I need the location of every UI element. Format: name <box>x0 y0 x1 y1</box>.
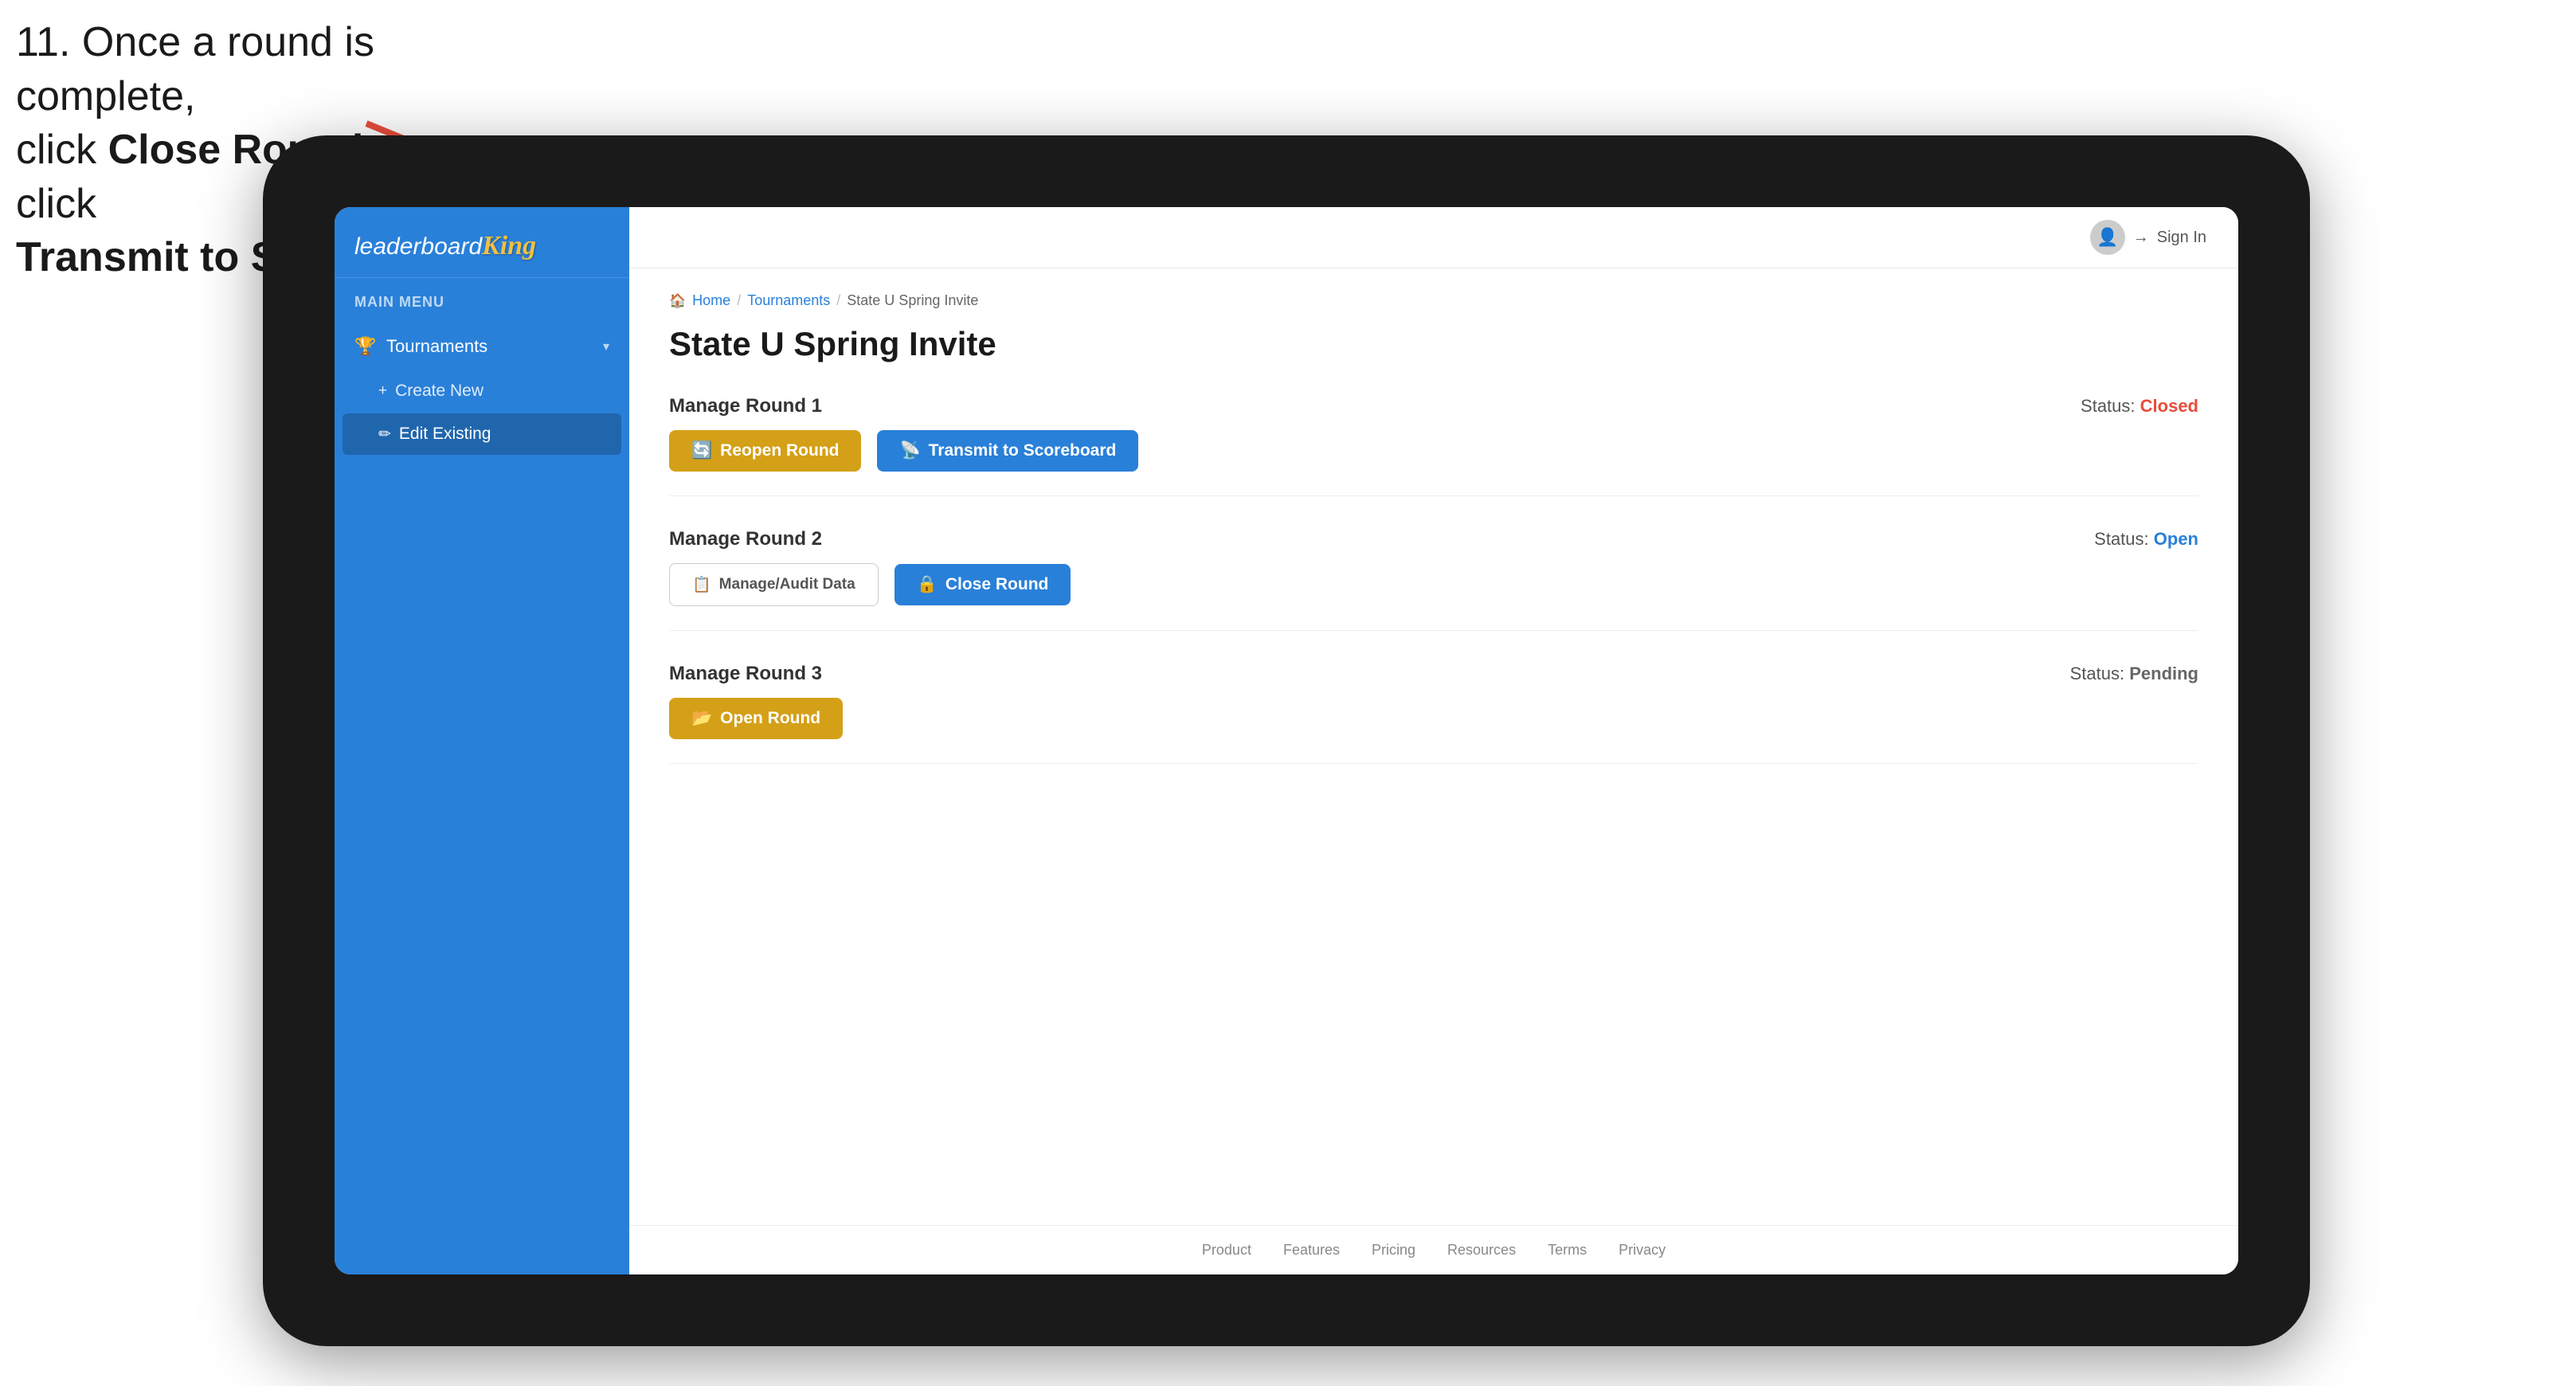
edit-icon: ✏ <box>378 425 391 444</box>
sidebar-nav: 🏆 Tournaments ▾ + Create New ✏ Edit Exis… <box>335 319 629 460</box>
avatar: 👤 <box>2090 220 2125 255</box>
app-layout: leaderboardKing MAIN MENU 🏆 Tournaments … <box>335 207 2238 1274</box>
sidebar-item-label: Edit Existing <box>399 425 491 444</box>
footer-privacy[interactable]: Privacy <box>1619 1242 1666 1259</box>
sign-in-text: Sign In <box>2157 229 2206 247</box>
manage-audit-button[interactable]: 📋 Manage/Audit Data <box>669 563 879 606</box>
lock-icon: 🔒 <box>917 575 938 594</box>
close-round-button[interactable]: 🔒 Close Round <box>895 564 1071 605</box>
round-3-actions: 📂 Open Round <box>669 698 2198 739</box>
audit-icon: 📋 <box>692 575 711 594</box>
round-1-header: Manage Round 1 Status: Closed <box>669 395 2198 417</box>
tablet-screen: leaderboardKing MAIN MENU 🏆 Tournaments … <box>335 207 2238 1274</box>
page-content: 🏠 Home / Tournaments / State U Spring In… <box>629 268 2238 1225</box>
round-3-header: Manage Round 3 Status: Pending <box>669 663 2198 685</box>
status-badge: Closed <box>2140 396 2198 416</box>
round-2-label: Manage Round 2 <box>669 528 822 550</box>
transmit-icon: 📡 <box>899 441 920 460</box>
sidebar-item-create-new[interactable]: + Create New <box>335 370 629 412</box>
round-1-status: Status: Closed <box>2081 396 2198 417</box>
reopen-icon: 🔄 <box>691 441 712 460</box>
sign-in-label: → <box>2133 229 2149 247</box>
breadcrumb-home[interactable]: Home <box>692 292 730 309</box>
breadcrumb-current: State U Spring Invite <box>847 292 978 309</box>
breadcrumb-tournaments[interactable]: Tournaments <box>747 292 830 309</box>
reopen-round-button[interactable]: 🔄 Reopen Round <box>669 430 861 472</box>
round-2-section: Manage Round 2 Status: Open 📋 Manage/Aud… <box>669 528 2198 631</box>
footer-resources[interactable]: Resources <box>1447 1242 1516 1259</box>
trophy-icon: 🏆 <box>354 335 377 358</box>
footer: Product Features Pricing Resources Terms… <box>629 1225 2238 1274</box>
round-2-actions: 📋 Manage/Audit Data 🔒 Close Round <box>669 563 2198 606</box>
status-badge: Open <box>2154 529 2198 549</box>
breadcrumb-sep-1: / <box>737 292 741 309</box>
main-menu-label: MAIN MENU <box>335 278 629 319</box>
page-title: State U Spring Invite <box>669 325 2198 363</box>
footer-pricing[interactable]: Pricing <box>1372 1242 1415 1259</box>
round-3-status: Status: Pending <box>2070 664 2198 684</box>
tablet-frame: leaderboardKing MAIN MENU 🏆 Tournaments … <box>263 135 2310 1346</box>
folder-icon: 📂 <box>691 709 712 728</box>
main-content: 👤 → Sign In 🏠 Home / Tournaments / State <box>629 207 2238 1274</box>
sidebar-logo: leaderboardKing <box>335 207 629 278</box>
transmit-to-scoreboard-button[interactable]: 📡 Transmit to Scoreboard <box>877 430 1138 472</box>
footer-features[interactable]: Features <box>1283 1242 1340 1259</box>
chevron-down-icon: ▾ <box>603 339 609 354</box>
round-1-section: Manage Round 1 Status: Closed 🔄 Reopen R… <box>669 395 2198 496</box>
breadcrumb-sep-2: / <box>836 292 840 309</box>
open-round-button[interactable]: 📂 Open Round <box>669 698 843 739</box>
round-2-status: Status: Open <box>2094 529 2198 550</box>
round-3-section: Manage Round 3 Status: Pending 📂 Open Ro… <box>669 663 2198 764</box>
sidebar-item-tournaments[interactable]: 🏆 Tournaments ▾ <box>335 323 629 370</box>
plus-icon: + <box>378 382 387 400</box>
sidebar: leaderboardKing MAIN MENU 🏆 Tournaments … <box>335 207 629 1274</box>
sidebar-item-edit-existing[interactable]: ✏ Edit Existing <box>343 413 621 455</box>
round-1-actions: 🔄 Reopen Round 📡 Transmit to Scoreboard <box>669 430 2198 472</box>
round-3-label: Manage Round 3 <box>669 663 822 685</box>
round-1-label: Manage Round 1 <box>669 395 822 417</box>
home-icon: 🏠 <box>669 293 686 309</box>
logo-leaderboard: leaderboard <box>354 233 482 260</box>
logo-king: King <box>482 231 536 261</box>
footer-terms[interactable]: Terms <box>1548 1242 1587 1259</box>
top-bar: 👤 → Sign In <box>629 207 2238 268</box>
breadcrumb: 🏠 Home / Tournaments / State U Spring In… <box>669 292 2198 309</box>
sign-in-button[interactable]: 👤 → Sign In <box>2090 220 2206 255</box>
sidebar-item-label: Create New <box>395 382 483 401</box>
round-2-header: Manage Round 2 Status: Open <box>669 528 2198 550</box>
footer-product[interactable]: Product <box>1202 1242 1251 1259</box>
sidebar-item-label: Tournaments <box>386 336 603 357</box>
status-badge: Pending <box>2129 664 2198 683</box>
